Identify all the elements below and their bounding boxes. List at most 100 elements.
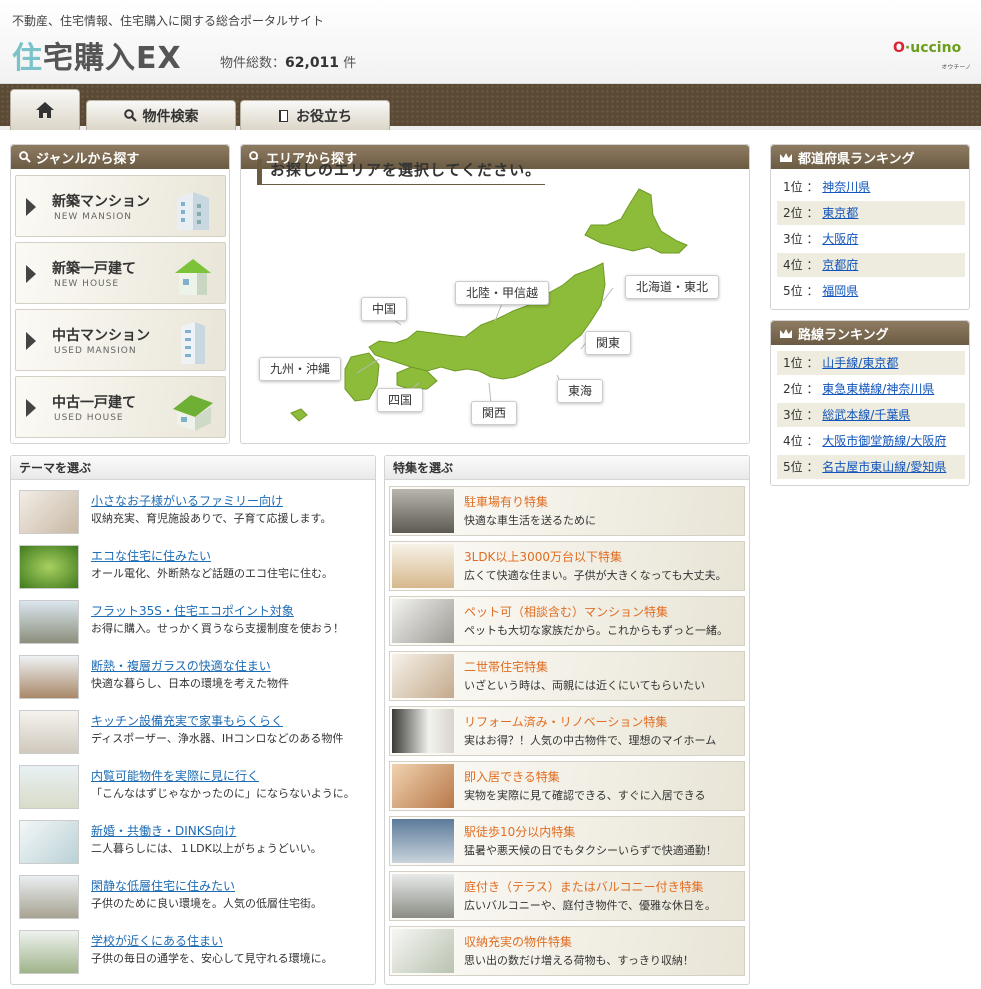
feature-thumbnail xyxy=(392,654,454,698)
theme-desc: お得に購入。せっかく買うなら支援制度を使おう！ xyxy=(91,622,344,635)
arrow-right-icon xyxy=(26,399,36,417)
map-hokkaido[interactable] xyxy=(584,188,688,254)
theme-thumbnail xyxy=(19,875,79,919)
region-tokai-button[interactable]: 東海 xyxy=(557,379,604,403)
theme-link[interactable]: 内覧可能物件を実際に見に行く xyxy=(91,767,259,784)
feature-item[interactable]: 駅徒歩10分以内特集猛暑や悪天候の日でもタクシーいらずで快適通勤！ xyxy=(389,816,745,866)
property-count-unit: 件 xyxy=(343,56,357,71)
region-kansai-button[interactable]: 関西 xyxy=(471,401,518,425)
feature-thumbnail xyxy=(392,544,454,588)
tab-useful-info[interactable]: お役立ち xyxy=(240,100,390,130)
theme-item[interactable]: 学校が近くにある住まい 子供の毎日の通学を、安心して見守れる環境に。 xyxy=(19,930,364,978)
feature-thumbnail xyxy=(392,489,454,533)
map-okinawa[interactable] xyxy=(290,408,308,422)
region-hokuriku-koshinetsu-button[interactable]: 北陸・甲信越 xyxy=(455,281,550,305)
feature-link[interactable]: 庭付き（テラス）またはバルコニー付き特集 xyxy=(464,878,704,895)
ranking-link[interactable]: 山手線/東京都 xyxy=(822,356,898,370)
feature-item[interactable]: 庭付き（テラス）またはバルコニー付き特集 広いバルコニーや、庭付き物件で、優雅な休… xyxy=(389,871,745,921)
feature-desc: 猛暑や悪天候の日でもタクシーいらずで快適通勤！ xyxy=(464,844,717,857)
feature-item[interactable]: 即入居できる特集実物を実際に見て確認できる、すぐに入居できる xyxy=(389,761,745,811)
feature-item[interactable]: リフォーム済み・リノベーション特集 実はお得？！人気の中古物件で、理想のマイホーム xyxy=(389,706,745,756)
feature-link[interactable]: 駐車場有り特集 xyxy=(464,493,548,510)
theme-thumbnail xyxy=(19,545,79,589)
genre-used-mansion-button[interactable]: 中古マンション USED MANSION xyxy=(15,309,226,371)
genre-new-mansion-button[interactable]: 新築マンション NEW MANSION xyxy=(15,175,226,237)
theme-item[interactable]: 閑静な低層住宅に住みたい子供のために良い環境を。人気の低層住宅街。 xyxy=(19,875,364,923)
ranking-link[interactable]: 東急東横線/神奈川県 xyxy=(822,382,934,396)
theme-item[interactable]: 新婚・共働き・DINKS向け 二人暮らしには、１LDK以上がちょうどいい。 xyxy=(19,820,364,868)
house-icon xyxy=(36,102,54,118)
arrow-right-icon xyxy=(26,198,36,216)
apartment-building-icon xyxy=(177,192,209,230)
theme-desc: 子供のために良い環境を。人気の低層住宅街。 xyxy=(91,897,322,910)
ranking-link[interactable]: 神奈川県 xyxy=(822,180,870,194)
site-logo[interactable]: 住宅購入EX xyxy=(12,33,182,77)
feature-link[interactable]: 即入居できる特集 xyxy=(464,768,560,785)
theme-item[interactable]: エコな住宅に住みたい オール電化、外断熱など話題のエコ住宅に住む。 xyxy=(19,545,364,593)
feature-link[interactable]: 収納充実の物件特集 xyxy=(464,933,572,950)
genre-panel: ジャンルから探す 新築マンション NEW MANSION 新築一戸建て NEW … xyxy=(10,144,230,444)
theme-link[interactable]: 小さなお子様がいるファミリー向け xyxy=(91,492,283,509)
ranking-link[interactable]: 東京都 xyxy=(822,206,858,220)
feature-link[interactable]: ペット可（相談含む）マンション特集 xyxy=(464,603,668,620)
feature-panel: 特集を選ぶ 駐車場有り特集 快適な車生活を送るために 3LDK以上3000万台以下… xyxy=(384,455,750,985)
feature-panel-header: 特集を選ぶ xyxy=(385,456,749,480)
theme-item[interactable]: フラット35S・住宅エコポイント対象お得に購入。せっかく買うなら支援制度を使おう… xyxy=(19,600,364,648)
region-hokkaido-tohoku-button[interactable]: 北海道・東北 xyxy=(625,275,720,299)
region-kanto-button[interactable]: 関東 xyxy=(585,331,632,355)
brand-logo-text: uccino xyxy=(910,40,962,56)
feature-link[interactable]: 二世帯住宅特集 xyxy=(464,658,548,675)
tab-home[interactable] xyxy=(10,89,80,130)
map-kyushu[interactable] xyxy=(344,352,380,402)
theme-item[interactable]: 内覧可能物件を実際に見に行く 「こんなはずじゃなかったのに」にならないように。 xyxy=(19,765,364,813)
site-tagline: 不動産、住宅情報、住宅購入に関する総合ポータルサイト xyxy=(12,14,325,28)
rank-number: 3位 xyxy=(783,408,803,422)
theme-panel-title: テーマを選ぶ xyxy=(19,461,92,475)
rank-number: 4位 xyxy=(783,434,803,448)
region-chugoku-button[interactable]: 中国 xyxy=(361,297,408,321)
ranking-row: 2位 ： 東京都 xyxy=(777,201,965,225)
theme-link[interactable]: 断熱・複層ガラスの快適な住まい xyxy=(91,657,271,674)
feature-link[interactable]: 駅徒歩10分以内特集 xyxy=(464,823,575,840)
region-kyushu-okinawa-button[interactable]: 九州・沖縄 xyxy=(259,357,342,381)
ranking-link[interactable]: 総武本線/千葉県 xyxy=(822,408,910,422)
theme-link[interactable]: エコな住宅に住みたい xyxy=(91,547,211,564)
theme-thumbnail xyxy=(19,765,79,809)
theme-item[interactable]: 断熱・複層ガラスの快適な住まい 快適な暮らし、日本の環境を考えた物件 xyxy=(19,655,364,703)
theme-thumbnail xyxy=(19,490,79,534)
genre-used-house-button[interactable]: 中古一戸建て USED HOUSE xyxy=(15,376,226,438)
feature-item[interactable]: 駐車場有り特集 快適な車生活を送るために xyxy=(389,486,745,536)
tab-property-search[interactable]: 物件検索 xyxy=(86,100,236,130)
region-shikoku-button[interactable]: 四国 xyxy=(377,388,424,412)
feature-item[interactable]: 二世帯住宅特集 いざという時は、両親には近くにいてもらいたい xyxy=(389,651,745,701)
ranking-link[interactable]: 名古屋市東山線/愛知県 xyxy=(822,460,946,474)
feature-item[interactable]: 収納充実の物件特集 思い出の数だけ増える荷物も、すっきり収納！ xyxy=(389,926,745,976)
ranking-link[interactable]: 京都府 xyxy=(822,258,858,272)
theme-link[interactable]: 学校が近くにある住まい xyxy=(91,932,223,949)
brand-logo-o: O xyxy=(893,40,905,56)
arrow-right-icon xyxy=(26,332,36,350)
feature-item[interactable]: ペット可（相談含む）マンション特集ペットも大切な家族だから。これからもずっと一緒… xyxy=(389,596,745,646)
theme-link[interactable]: 新婚・共働き・DINKS向け xyxy=(91,822,236,839)
ranking-link[interactable]: 福岡県 xyxy=(822,284,858,298)
brand-logo[interactable]: O·uccino オウチーノ xyxy=(893,40,971,71)
theme-link[interactable]: フラット35S・住宅エコポイント対象 xyxy=(91,602,294,619)
theme-thumbnail xyxy=(19,820,79,864)
theme-item[interactable]: キッチン設備充実で家事もらくらく ディスポーザー、浄水器、IHコンロなどのある物件 xyxy=(19,710,364,758)
genre-label: 中古マンション xyxy=(52,328,150,344)
feature-item[interactable]: 3LDK以上3000万台以下特集 広くて快適な住まい。子供が大きくなっても大丈夫。 xyxy=(389,541,745,591)
ranking-link[interactable]: 大阪府 xyxy=(822,232,858,246)
feature-desc: 実物を実際に見て確認できる、すぐに入居できる xyxy=(464,789,706,802)
theme-link[interactable]: キッチン設備充実で家事もらくらく xyxy=(91,712,283,729)
theme-link[interactable]: 閑静な低層住宅に住みたい xyxy=(91,877,235,894)
ranking-link[interactable]: 大阪市御堂筋線/大阪府 xyxy=(822,434,946,448)
ranking-row: 1位 ： 神奈川県 xyxy=(783,180,871,194)
site-header: 不動産、住宅情報、住宅購入に関する総合ポータルサイト 住宅購入EX 物件総数：6… xyxy=(0,0,981,84)
feature-link[interactable]: リフォーム済み・リノベーション特集 xyxy=(464,713,667,730)
feature-desc: ペットも大切な家族だから。これからもずっと一緒。 xyxy=(464,624,728,637)
genre-new-house-button[interactable]: 新築一戸建て NEW HOUSE xyxy=(15,242,226,304)
apartment-building-icon xyxy=(181,322,205,364)
feature-link[interactable]: 3LDK以上3000万台以下特集 xyxy=(464,548,622,565)
theme-item[interactable]: 小さなお子様がいるファミリー向け 収納充実、育児施設ありで、子育て応援します。 xyxy=(19,490,364,538)
search-icon xyxy=(19,151,31,163)
